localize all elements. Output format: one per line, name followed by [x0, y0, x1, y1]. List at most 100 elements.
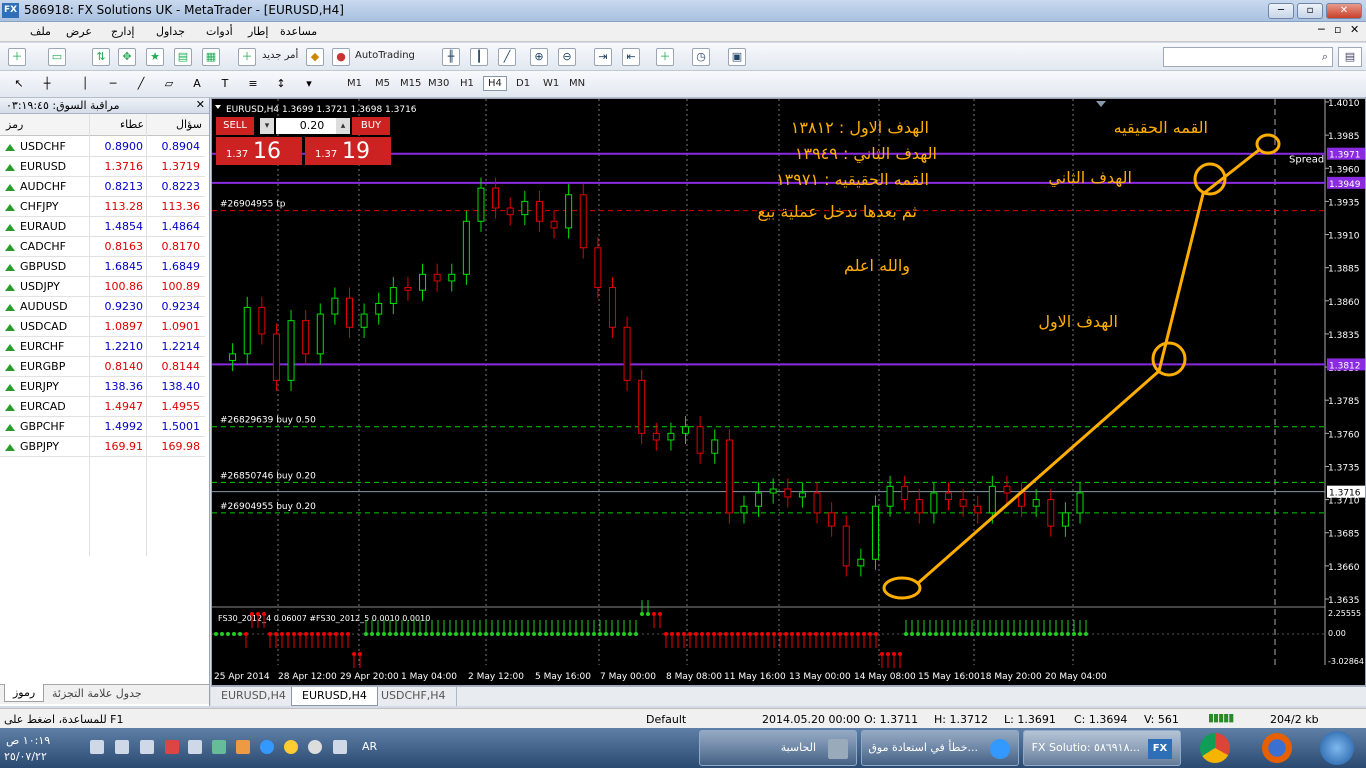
- task-calculator[interactable]: الحاسبة: [699, 730, 857, 766]
- market-watch-row[interactable]: EURGBP 0.8140 0.8144: [0, 357, 205, 377]
- task-browser-error[interactable]: خطأ في استعادة موق...: [861, 730, 1019, 766]
- market-watch-row[interactable]: EURCAD 1.4947 1.4955: [0, 397, 205, 417]
- sell-price-button[interactable]: 1.37 16: [216, 137, 302, 165]
- market-watch-row[interactable]: CADCHF 0.8163 0.8170: [0, 237, 205, 257]
- tf-m5[interactable]: M5: [375, 78, 390, 89]
- market-watch-row[interactable]: USDCAD 1.0897 1.0901: [0, 317, 205, 337]
- shapes-icon[interactable]: ▾: [300, 76, 318, 94]
- tf-d1[interactable]: D1: [516, 78, 530, 89]
- action-center-icon[interactable]: [165, 740, 179, 754]
- tray-expand-icon[interactable]: [333, 740, 347, 754]
- update-icon[interactable]: [236, 740, 250, 754]
- tf-h4[interactable]: H4: [483, 76, 507, 91]
- community-icon[interactable]: ▤: [1338, 47, 1362, 67]
- market-watch-row[interactable]: GBPCHF 1.4992 1.5001: [0, 417, 205, 437]
- market-watch-row[interactable]: EURJPY 138.36 138.40: [0, 377, 205, 397]
- market-watch-row[interactable]: CHFJPY 113.28 113.36: [0, 197, 205, 217]
- market-watch-row[interactable]: USDJPY 100.86 100.89: [0, 277, 205, 297]
- search-input[interactable]: ⌕: [1163, 47, 1333, 67]
- tf-mn[interactable]: MN: [569, 78, 585, 89]
- crosshair-icon[interactable]: ┼: [38, 76, 56, 94]
- lot-down-icon[interactable]: ▾: [260, 118, 274, 134]
- line-chart-icon[interactable]: ╱: [498, 48, 516, 66]
- market-watch-row[interactable]: AUDCHF 0.8213 0.8223: [0, 177, 205, 197]
- profiles-icon[interactable]: ▭: [48, 48, 66, 66]
- tf-m30[interactable]: M30: [428, 78, 449, 89]
- menu-insert[interactable]: إدارج: [111, 25, 134, 38]
- menu-window[interactable]: إطار: [248, 25, 268, 38]
- vertical-line-icon[interactable]: │: [76, 76, 94, 94]
- mdi-close-icon[interactable]: ✕: [1350, 23, 1359, 36]
- autoscroll-icon[interactable]: ⇥: [594, 48, 612, 66]
- channel-icon[interactable]: ▱: [160, 76, 178, 94]
- text-icon[interactable]: A: [188, 76, 206, 94]
- firefox-icon[interactable]: [1262, 733, 1292, 763]
- start-button-icon[interactable]: [1320, 731, 1354, 765]
- tester-icon[interactable]: ▦: [202, 48, 220, 66]
- market-watch-row[interactable]: EURAUD 1.4854 1.4864: [0, 217, 205, 237]
- tab-symbols[interactable]: رموز: [4, 684, 45, 702]
- terminal-icon[interactable]: ▤: [174, 48, 192, 66]
- chart-tab-3[interactable]: USDCHF,H4: [371, 687, 457, 706]
- menu-view[interactable]: عرض: [66, 25, 92, 38]
- mdi-minimize-icon[interactable]: ─: [1318, 23, 1325, 36]
- app-tray-icon[interactable]: [212, 740, 226, 754]
- bar-chart-icon[interactable]: ╫: [442, 48, 460, 66]
- fibonacci-icon[interactable]: ≡: [244, 76, 262, 94]
- media-icon[interactable]: [284, 740, 298, 754]
- buy-price-button[interactable]: 1.37 19: [305, 137, 391, 165]
- tf-m1[interactable]: M1: [347, 78, 362, 89]
- candlestick-icon[interactable]: ┃: [470, 48, 488, 66]
- autotrading-button[interactable]: AutoTrading: [355, 50, 415, 61]
- menu-file[interactable]: ملف: [30, 25, 51, 38]
- new-order-button[interactable]: أمر جديد: [262, 50, 298, 61]
- close-panel-icon[interactable]: ✕: [196, 98, 205, 111]
- task-metatrader[interactable]: FX Solutio: ٥٨٦٩١٨... FX: [1023, 730, 1181, 766]
- tab-tick-chart[interactable]: جدول علامة التجزئة: [52, 687, 142, 700]
- clock-time[interactable]: ١٠:١٩ ص: [6, 734, 50, 747]
- network-icon[interactable]: [115, 740, 129, 754]
- trendline-icon[interactable]: ╱: [132, 76, 150, 94]
- indicators-icon[interactable]: ＋: [656, 48, 674, 66]
- col-symbol[interactable]: رمز: [6, 118, 23, 131]
- chart-window[interactable]: EURUSD,H4 1.3699 1.3721 1.3698 1.3716 1.4…: [211, 98, 1366, 686]
- zoom-in-icon[interactable]: ⊕: [530, 48, 548, 66]
- minimize-button[interactable]: ─: [1268, 3, 1294, 19]
- tf-m15[interactable]: M15: [400, 78, 421, 89]
- zoom-out-icon[interactable]: ⊖: [558, 48, 576, 66]
- chart-tab-1[interactable]: EURUSD,H4: [211, 687, 297, 706]
- display-icon[interactable]: [188, 740, 202, 754]
- sell-button[interactable]: SELL: [216, 117, 254, 135]
- periods-icon[interactable]: ◷: [692, 48, 710, 66]
- col-bid[interactable]: عطاء: [120, 118, 144, 131]
- label-icon[interactable]: T: [216, 76, 234, 94]
- menu-tools[interactable]: أدوات: [206, 25, 233, 38]
- search-icon[interactable]: ⌕: [1322, 50, 1328, 64]
- horizontal-line-icon[interactable]: ─: [104, 76, 122, 94]
- navigator-icon[interactable]: ★: [146, 48, 164, 66]
- player-icon[interactable]: [308, 740, 322, 754]
- market-watch-row[interactable]: USDCHF 0.8900 0.8904: [0, 137, 205, 157]
- market-watch-row[interactable]: GBPJPY 169.91 169.98: [0, 437, 205, 457]
- lot-up-icon[interactable]: ▴: [336, 118, 350, 134]
- chart-shift-icon[interactable]: ⇤: [622, 48, 640, 66]
- market-watch-icon[interactable]: ⇅: [92, 48, 110, 66]
- clock-date[interactable]: ٢٥/٠٧/٢٢: [4, 750, 47, 763]
- data-window-icon[interactable]: ✥: [118, 48, 136, 66]
- close-button[interactable]: ✕: [1326, 3, 1362, 19]
- mdi-restore-icon[interactable]: ▫: [1334, 23, 1341, 36]
- tf-h1[interactable]: H1: [460, 78, 474, 89]
- buy-button[interactable]: BUY: [352, 117, 390, 135]
- templates-icon[interactable]: ▣: [728, 48, 746, 66]
- chrome-icon[interactable]: [1200, 733, 1230, 763]
- new-chart-icon[interactable]: ＋: [8, 48, 26, 66]
- price-chart[interactable]: EURUSD,H4 1.3699 1.3721 1.3698 1.3716 1.4…: [212, 99, 1365, 685]
- metaeditor-icon[interactable]: ◆: [306, 48, 324, 66]
- power-icon[interactable]: [140, 740, 154, 754]
- cursor-icon[interactable]: ↖: [10, 76, 28, 94]
- menu-charts[interactable]: جداول: [156, 25, 185, 38]
- market-watch-row[interactable]: EURCHF 1.2210 1.2214: [0, 337, 205, 357]
- col-ask[interactable]: سؤال: [176, 118, 202, 131]
- new-order-icon[interactable]: ＋: [238, 48, 256, 66]
- arrows-icon[interactable]: ↕: [272, 76, 290, 94]
